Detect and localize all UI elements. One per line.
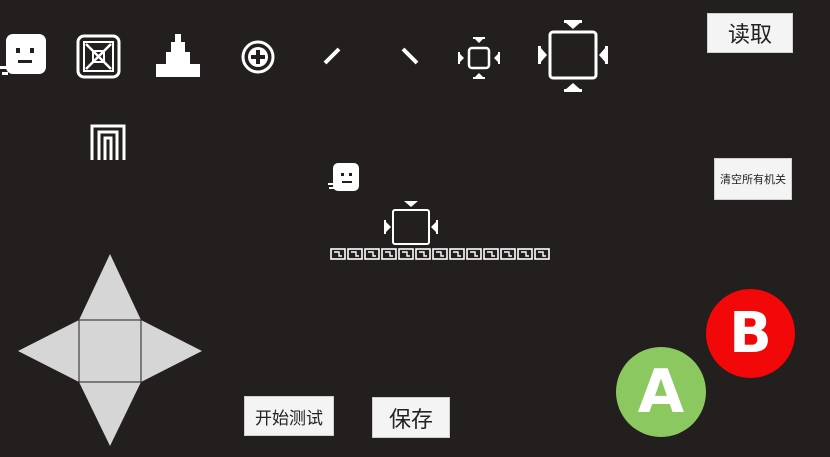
floor-tile [432, 248, 448, 260]
dpad[interactable] [18, 254, 202, 446]
floor-tile [449, 248, 465, 260]
diagonal-backslash-icon [401, 47, 419, 65]
dpad-left[interactable] [18, 320, 79, 382]
dpad-up[interactable] [79, 254, 141, 320]
level-mechanism-block [384, 201, 438, 245]
a-button[interactable]: A [616, 347, 706, 437]
level-canvas[interactable] [320, 150, 560, 270]
level-player-sprite [328, 163, 359, 191]
floor-tile [330, 248, 346, 260]
floor-tile [347, 248, 363, 260]
crate-x-icon [76, 34, 121, 79]
floor-tile [381, 248, 397, 260]
save-button[interactable]: 保存 [372, 397, 450, 438]
tool-slash-back[interactable] [398, 44, 422, 68]
tool-coin[interactable] [240, 39, 276, 75]
floor-tile [466, 248, 482, 260]
tool-large-mechanism[interactable] [536, 18, 610, 94]
tool-small-mechanism[interactable] [456, 35, 502, 81]
dpad-center [79, 320, 141, 382]
floor-tile [517, 248, 533, 260]
large-arrow-box-icon [538, 20, 608, 92]
start-test-button[interactable]: 开始测试 [244, 396, 334, 436]
tool-slash-forward[interactable] [320, 44, 344, 68]
diagonal-slash-icon [323, 47, 341, 65]
tool-door[interactable] [88, 120, 128, 162]
floor-tile [500, 248, 516, 260]
b-button[interactable]: B [706, 289, 795, 378]
player-face-icon [0, 34, 46, 75]
tool-spike[interactable] [154, 32, 202, 78]
spike-pyramid-icon [156, 34, 200, 77]
door-arch-icon [90, 124, 126, 160]
tool-player-block[interactable] [0, 30, 48, 82]
floor-tile [364, 248, 380, 260]
floor-tile [415, 248, 431, 260]
floor-tile [398, 248, 414, 260]
floor-tile [534, 248, 550, 260]
plus-coin-icon [241, 40, 275, 74]
floor-tile [483, 248, 499, 260]
clear-mechanisms-button[interactable]: 清空所有机关 [714, 158, 792, 200]
level-floor [330, 248, 550, 260]
tool-crate[interactable] [76, 34, 121, 79]
small-arrow-box-icon [458, 37, 500, 79]
dpad-right[interactable] [141, 320, 202, 382]
load-button[interactable]: 读取 [707, 13, 793, 53]
dpad-down[interactable] [79, 382, 141, 446]
